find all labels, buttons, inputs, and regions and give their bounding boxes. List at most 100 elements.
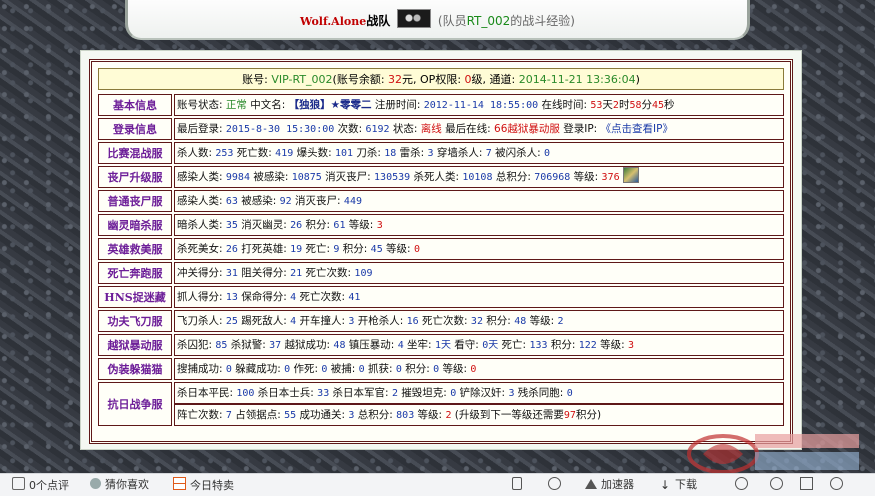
row-mix-battle: 比赛混战服 杀人数: 253 死亡数: 419 爆头数: 101 刀杀: 18 雷… — [98, 142, 784, 164]
team-name: Wolf.Alone — [300, 15, 367, 28]
stat-label: 开车撞人: — [296, 315, 349, 327]
row-hns-hide-seek: HNS捉迷藏 抓人得分: 13 保命得分: 4 死亡次数: 41 — [98, 286, 784, 308]
guess-you-like-button[interactable]: 猜你喜欢 — [90, 477, 149, 493]
stat-value: 33 — [317, 388, 330, 399]
online-seconds: 45 — [651, 100, 665, 111]
accelerator-label: 加速器 — [601, 478, 634, 491]
download-arrow-icon: ↓ — [660, 478, 671, 492]
state-label: 状态: — [389, 123, 421, 135]
stat-value: 3 — [376, 220, 383, 231]
stat-value: 26 — [225, 244, 238, 255]
stat-value: 0 — [470, 364, 477, 375]
row-hero-save-beauty: 英雄救美服 杀死美女: 26 打死英雄: 19 死亡: 9 积分: 45 等级: … — [98, 238, 784, 260]
stat-label: 死亡数: — [233, 147, 276, 159]
category-label: 登录信息 — [98, 118, 172, 140]
watermark-logo-icon — [687, 434, 859, 474]
category-label: 普通丧尸服 — [98, 190, 172, 212]
second-unit: 秒 — [664, 99, 675, 111]
accelerator-button[interactable]: 加速器 — [585, 477, 634, 493]
row-zombie-normal: 普通丧尸服 感染人类: 63 被感染: 92 消灭丧尸: 449 — [98, 190, 784, 212]
stat-label: 杀日本军官: — [329, 387, 392, 399]
row-details: 杀人数: 253 死亡数: 419 爆头数: 101 刀杀: 18 雷杀: 3 … — [174, 142, 784, 164]
stat-value: 706968 — [534, 172, 571, 183]
page-title: Wolf.Alone战队 (队员RT_002的战斗经验) — [128, 9, 747, 29]
stat-label: 死亡次数: — [418, 315, 471, 327]
row-details: 账号状态: 正常 中文名: 【独狼】★零零二 注册时间: 2012-11-14 … — [174, 94, 784, 116]
sound-icon — [735, 477, 748, 490]
category-label: 基本信息 — [98, 94, 172, 116]
stat-label: 铲除汉奸: — [456, 387, 509, 399]
stat-label: 坐牢: — [403, 339, 435, 351]
stat-value: 31 — [225, 268, 238, 279]
stat-value: 0 — [544, 148, 551, 159]
stat-label: 等级: — [570, 171, 602, 183]
stat-value: 9984 — [225, 172, 250, 183]
stat-label: 作死: — [290, 363, 322, 375]
stat-label: 占领据点: — [231, 409, 285, 421]
zoom-icon — [830, 477, 843, 490]
stat-label: 开枪杀人: — [354, 315, 407, 327]
stat-value: 0 — [413, 244, 420, 255]
row-kungfu-knife: 功夫飞刀服 飞刀杀人: 25 踢死敌人: 4 开车撞人: 3 开枪杀人: 16 死… — [98, 310, 784, 332]
row-ghost-assassin: 幽灵暗杀服 暗杀人类: 35 消灭幽灵: 26 积分: 61 等级: 3 — [98, 214, 784, 236]
stat-value: 48 — [333, 340, 346, 351]
stats-table: 账号: VIP-RT_002(账号余额: 32元, OP权限: 0级, 通道: … — [89, 59, 793, 444]
last-online-server: 66越狱暴动服 — [494, 123, 560, 135]
row-login-info: 登录信息 最后登录: 2015-8-30 15:30:00 次数: 6192 状… — [98, 118, 784, 140]
stat-value: 0天 — [482, 340, 499, 351]
op-level: 0 — [464, 73, 472, 86]
view-ip-link[interactable]: 《点击查看IP》 — [601, 123, 673, 135]
rocket-icon — [585, 479, 597, 489]
stat-label: 杀日本士兵: — [254, 387, 318, 399]
times-value: 6192 — [365, 124, 390, 135]
stat-label: 抓人得分: — [177, 291, 226, 303]
stat-label: 等级: — [596, 339, 628, 351]
close-paren: ) — [635, 73, 640, 86]
stat-label: 踢死敌人: — [237, 315, 291, 327]
stat-label: 杀死美女: — [177, 243, 226, 255]
stat-label: 总积分: — [354, 409, 397, 421]
stat-label: 感染人类: — [177, 195, 226, 207]
category-label: 英雄救美服 — [98, 238, 172, 260]
stat-label: 积分: — [302, 219, 334, 231]
stat-value: 35 — [225, 220, 238, 231]
channel-label: 级, 通道: — [471, 73, 519, 86]
stat-label: 等级: — [414, 409, 446, 421]
share-button[interactable] — [770, 477, 787, 493]
stat-value: 61 — [333, 220, 346, 231]
stat-label: 保命得分: — [237, 291, 291, 303]
stat-label: 消灭丧尸: — [321, 171, 375, 183]
stat-label: 越狱成功: — [281, 339, 334, 351]
ip-label: 登录IP: — [559, 123, 601, 135]
sound-button[interactable] — [735, 477, 752, 493]
window-button[interactable] — [800, 477, 817, 493]
status-value: 正常 — [225, 99, 247, 111]
stat-value: 37 — [269, 340, 282, 351]
stat-label: 死亡次数: — [302, 267, 355, 279]
comments-button[interactable]: 0个点评 — [12, 477, 69, 493]
team-suffix: 战队 — [366, 14, 391, 28]
stat-label: 暗杀人类: — [177, 219, 226, 231]
row-death-run: 死亡奔跑服 冲关得分: 31 阻关得分: 21 死亡次数: 109 — [98, 262, 784, 284]
download-button[interactable]: ↓ 下载 — [660, 477, 697, 493]
rank-badge-icon — [622, 167, 639, 183]
row-anti-japan-war: 抗日战争服 杀日本平民: 100 杀日本士兵: 33 杀日本军官: 2 摧毁坦克:… — [98, 382, 784, 426]
times-label: 次数: — [334, 123, 366, 135]
zoom-button[interactable] — [830, 477, 847, 493]
category-label: 抗日战争服 — [98, 382, 172, 426]
row-details: 暗杀人类: 35 消灭幽灵: 26 积分: 61 等级: 3 — [174, 214, 784, 236]
stat-label: 消灭幽灵: — [237, 219, 291, 231]
stat-label: 冲关得分: — [177, 267, 226, 279]
stat-label: 打死英雄: — [237, 243, 291, 255]
stat-label: 阻关得分: — [237, 267, 291, 279]
refresh-button[interactable] — [548, 477, 565, 493]
stat-label: 被感染: — [237, 195, 280, 207]
today-deals-button[interactable]: 今日特卖 — [173, 477, 234, 493]
minute-unit: 分 — [641, 99, 652, 111]
hour-unit: 时 — [618, 99, 630, 111]
row-details: 飞刀杀人: 25 踢死敌人: 4 开车撞人: 3 开枪杀人: 16 死亡次数: … — [174, 310, 784, 332]
phone-button[interactable] — [512, 477, 526, 493]
row-basic-info: 基本信息 账号状态: 正常 中文名: 【独狼】★零零二 注册时间: 2012-1… — [98, 94, 784, 116]
row-disguise-hide: 伪装躲猫猫 搜捕成功: 0 躲藏成功: 0 作死: 0 被捕: 0 抓获: 0 积… — [98, 358, 784, 380]
stat-label: 积分: — [547, 339, 579, 351]
